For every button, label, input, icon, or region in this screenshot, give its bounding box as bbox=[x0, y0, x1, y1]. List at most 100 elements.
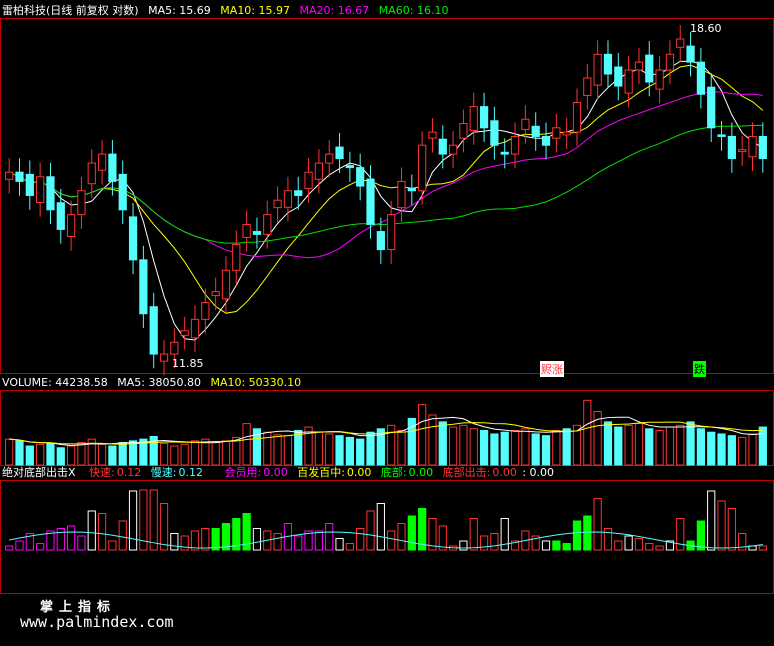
indicator-bar bbox=[500, 518, 509, 551]
candle-body bbox=[428, 131, 437, 139]
candle-body bbox=[500, 151, 509, 155]
volume-bar bbox=[583, 399, 592, 466]
ma20-readout: MA20: 16.67 bbox=[299, 4, 370, 17]
indicator-bar bbox=[170, 533, 179, 551]
volume-bar bbox=[345, 436, 354, 466]
candle-body bbox=[159, 353, 169, 362]
candle-body bbox=[676, 38, 685, 48]
candle-body bbox=[510, 135, 520, 155]
candle-body bbox=[5, 171, 14, 180]
volume-bar bbox=[418, 404, 427, 466]
indicator-bar bbox=[459, 540, 468, 551]
candle-body bbox=[149, 306, 158, 355]
hit-value: 0.00 bbox=[346, 466, 372, 479]
volume-bar bbox=[25, 445, 34, 466]
candle-body bbox=[655, 69, 664, 90]
candle-body bbox=[87, 162, 96, 185]
volume-bar bbox=[531, 433, 540, 466]
chart-canvas[interactable] bbox=[0, 0, 774, 642]
candle-body bbox=[624, 69, 633, 94]
stock-name: 雷柏科技(日线 前复权 对数) bbox=[2, 4, 139, 17]
candle-body bbox=[211, 291, 220, 297]
indicator-bar bbox=[56, 528, 65, 551]
indicator-bar bbox=[356, 528, 365, 551]
candle-body bbox=[748, 135, 757, 158]
volume-bar bbox=[108, 445, 117, 466]
volume-bar bbox=[758, 426, 767, 466]
indicator-bar bbox=[541, 540, 551, 551]
candle-body bbox=[56, 202, 65, 230]
candle-body bbox=[46, 176, 55, 211]
candle-body bbox=[97, 153, 107, 171]
candle-body bbox=[469, 106, 478, 132]
candle-body bbox=[521, 118, 530, 130]
volume-bar bbox=[36, 443, 45, 466]
candle-body bbox=[758, 135, 767, 160]
candle-body bbox=[614, 66, 623, 87]
indicator-bar bbox=[180, 535, 189, 551]
candle-body bbox=[593, 53, 602, 86]
indicator-bar bbox=[345, 543, 354, 551]
candle-body bbox=[345, 165, 354, 169]
volume-bar bbox=[727, 435, 736, 466]
volume-bar bbox=[676, 424, 685, 466]
candle-body bbox=[170, 341, 179, 355]
volume-bar bbox=[686, 421, 695, 466]
indicator-header: 绝对底部出击X 快速: 0.12 慢速: 0.12 会员用: 0.00 百发百中: 0.… bbox=[2, 466, 560, 480]
tail-value: : 0.00 bbox=[522, 466, 555, 479]
panel-frame bbox=[0, 480, 774, 594]
indicator-bar bbox=[294, 535, 303, 551]
strike-value: 0.00 bbox=[492, 466, 517, 479]
candle-body bbox=[696, 61, 706, 95]
volume-bar bbox=[500, 431, 509, 466]
indicator-bar bbox=[407, 515, 416, 551]
bottom-label: 底部: bbox=[380, 466, 407, 479]
volume-bar bbox=[325, 433, 334, 466]
indicator-bar bbox=[479, 535, 489, 551]
volume-bar bbox=[479, 430, 489, 466]
candle-body bbox=[335, 146, 344, 160]
candle-body bbox=[541, 135, 551, 146]
candle-body bbox=[583, 77, 592, 96]
candle-body bbox=[479, 106, 489, 129]
volume-bar bbox=[541, 435, 551, 466]
indicator-name: 绝对底部出击X bbox=[2, 466, 76, 479]
candle-body bbox=[139, 259, 148, 315]
volume-bar bbox=[490, 433, 499, 466]
candle-body bbox=[366, 178, 375, 225]
candle-body bbox=[294, 190, 303, 196]
hit-label: 百发百中: bbox=[297, 466, 345, 479]
volume-bar bbox=[159, 442, 169, 466]
candle-body bbox=[263, 214, 272, 235]
volume-bar bbox=[738, 436, 747, 466]
volume-bar bbox=[97, 443, 107, 466]
indicator-bar bbox=[252, 528, 262, 551]
indicator-bar bbox=[645, 543, 654, 551]
indicator-bar bbox=[758, 545, 767, 551]
volume-bar bbox=[645, 428, 654, 466]
indicator-bar bbox=[335, 538, 344, 551]
indicator-bar bbox=[707, 490, 716, 551]
indicator-bar bbox=[469, 518, 478, 551]
candle-body bbox=[645, 54, 654, 83]
bottom-value: 0.00 bbox=[408, 466, 434, 479]
volume-bar bbox=[180, 443, 189, 466]
candle-body bbox=[242, 223, 251, 238]
indicator-bar bbox=[325, 523, 334, 551]
indicator-bar bbox=[717, 500, 726, 551]
candle-body bbox=[325, 153, 334, 164]
indicator-bar bbox=[490, 533, 499, 551]
fast-value: 0.12 bbox=[116, 466, 142, 479]
candle-body bbox=[190, 318, 200, 339]
volume-bar bbox=[77, 442, 86, 466]
chart-stage[interactable] bbox=[0, 0, 774, 642]
ma60-readout: MA60: 16.10 bbox=[378, 4, 449, 17]
candle-body bbox=[459, 123, 468, 139]
watermark-url: www.palmindex.com bbox=[20, 613, 174, 631]
volume-bar bbox=[624, 424, 633, 466]
volume-bar bbox=[387, 424, 396, 466]
volume-bar bbox=[221, 440, 231, 466]
candle-body bbox=[603, 53, 613, 75]
volume-bar bbox=[634, 423, 644, 466]
volume-bar bbox=[748, 433, 757, 466]
